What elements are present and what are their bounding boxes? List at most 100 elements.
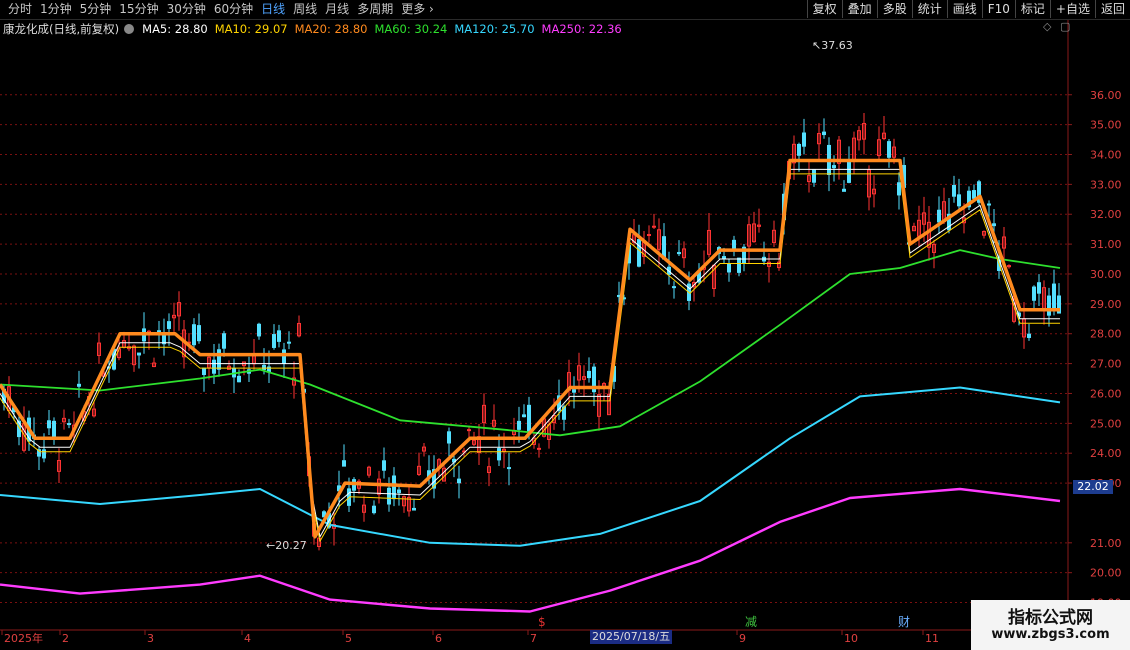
tab-4[interactable]: 30分钟 <box>163 0 210 19</box>
annotations: ↖37.63 ←20.27 <box>266 39 853 552</box>
tool-buttons: 复权 叠加 多股 统计 画线 F10 标记 +自选 返回 <box>806 0 1130 19</box>
candle-body <box>1037 282 1041 294</box>
date-tick-label: 5 <box>345 632 352 645</box>
candle-body <box>812 169 816 183</box>
candle-body <box>647 234 651 237</box>
tab-7[interactable]: 周线 <box>289 0 321 19</box>
candle-body <box>397 489 401 494</box>
date-tick-label: 4 <box>244 632 251 645</box>
date-tick-label: 7 <box>530 632 537 645</box>
candle-body <box>257 323 261 337</box>
candle-body <box>202 367 206 375</box>
tool-button-2[interactable]: 多股 <box>876 0 912 18</box>
period-tabs: 分时 1分钟 5分钟 15分钟 30分钟 60分钟 日线 周线 月线 多周期 更多 › <box>0 0 438 19</box>
candle-body <box>412 507 416 511</box>
diamond-icon[interactable]: ◇ <box>1043 20 1051 33</box>
price-chart[interactable]: 36.00 35.00 34.00 33.00 32.00 31.00 30.00 29.00… <box>0 0 1130 650</box>
candle-body <box>217 349 221 370</box>
tool-button-7[interactable]: +自选 <box>1049 0 1095 18</box>
date-tick-label: 11 <box>925 632 939 645</box>
restore-icon[interactable]: ▢ <box>1060 20 1070 33</box>
candle-body <box>1052 283 1056 310</box>
event-marker: $ <box>538 615 546 629</box>
indicator-legend: 康龙化成 (日线,前复权) MA5: 28.80 MA10: 29.07 MA20:… <box>0 20 622 38</box>
current-price-badge: 22.02 <box>1073 480 1113 494</box>
candle-body <box>887 141 891 158</box>
candle-body <box>447 431 451 444</box>
candle-body <box>732 239 736 251</box>
price-tick-label: 36.00 <box>1090 89 1122 102</box>
candle-body <box>42 449 46 459</box>
tool-button-1[interactable]: 叠加 <box>841 0 877 18</box>
candle-body <box>527 404 531 433</box>
candle-body <box>537 447 541 450</box>
tool-button-5[interactable]: F10 <box>981 0 1015 18</box>
candle-body <box>467 429 471 432</box>
top-toolbar: 分时 1分钟 5分钟 15分钟 30分钟 60分钟 日线 周线 月线 多周期 更多 › 复权 叠加 多股… <box>0 0 1130 20</box>
candle-body <box>587 370 591 379</box>
price-tick-label: 34.00 <box>1090 148 1122 161</box>
tab-5[interactable]: 60分钟 <box>210 0 257 19</box>
low-price-label: ←20.27 <box>266 539 307 552</box>
ma-legend-item: MA5: 28.80 <box>142 22 208 36</box>
ma-legend: MA5: 28.80 MA10: 29.07 MA20: 28.80 MA60: 30… <box>135 22 622 36</box>
candle-body <box>822 131 826 136</box>
tool-button-6[interactable]: 标记 <box>1014 0 1050 18</box>
settings-dot-icon[interactable] <box>124 24 135 34</box>
watermark-title: 指标公式网 <box>1008 608 1093 628</box>
date-tick-label: 9 <box>739 632 746 645</box>
candle-body <box>842 188 846 192</box>
candle-body <box>277 330 281 342</box>
tab-9[interactable]: 多周期 <box>353 0 397 19</box>
date-tick-label: 2025年 <box>4 631 43 645</box>
moving-average-lines <box>0 158 1061 613</box>
tab-3[interactable]: 15分钟 <box>115 0 162 19</box>
price-tick-label: 25.00 <box>1090 417 1122 430</box>
period-label: (日线,前复权) <box>49 22 120 36</box>
price-tick-label: 24.00 <box>1090 447 1122 460</box>
ma5-line <box>0 168 1060 538</box>
tab-2[interactable]: 5分钟 <box>76 0 116 19</box>
ma-legend-item: MA60: 30.24 <box>374 22 448 36</box>
candle-body <box>282 349 286 364</box>
candle-body <box>382 460 386 471</box>
date-tick-label: 10 <box>844 632 858 645</box>
ma-legend-item: MA120: 25.70 <box>454 22 535 36</box>
price-tick-label: 28.00 <box>1090 328 1122 341</box>
stock-name[interactable]: 康龙化成 <box>0 21 49 37</box>
watermark-url: www.zbgs3.com <box>991 627 1110 642</box>
candle-body <box>67 423 71 426</box>
candle-body <box>1047 295 1051 316</box>
tool-button-0[interactable]: 复权 <box>806 0 842 18</box>
candle-body <box>52 420 56 438</box>
tool-button-4[interactable]: 画线 <box>946 0 982 18</box>
date-tick-label: 6 <box>435 632 442 645</box>
candle-body <box>972 190 976 199</box>
price-tick-label: 27.00 <box>1090 358 1122 371</box>
candle-body <box>262 364 266 370</box>
candle-body <box>637 239 641 267</box>
candle-body <box>957 194 961 207</box>
candle-body <box>992 223 996 227</box>
candle-body <box>222 333 226 349</box>
cursor-date-badge: 2025/07/18/五 <box>590 630 673 644</box>
candle-body <box>847 161 851 183</box>
tab-6[interactable]: 日线 <box>257 0 289 19</box>
tab-10[interactable]: 更多 › <box>397 0 438 19</box>
ma-legend-item: MA20: 28.80 <box>294 22 368 36</box>
candle-body <box>237 375 241 383</box>
tab-8[interactable]: 月线 <box>321 0 353 19</box>
tab-1[interactable]: 1分钟 <box>36 0 76 19</box>
ma250-line <box>0 487 1061 613</box>
event-marker: 财 <box>898 615 910 629</box>
price-axis: 36.00 35.00 34.00 33.00 32.00 31.00 30.00 29.00… <box>1068 89 1122 610</box>
tool-button-3[interactable]: 统计 <box>911 0 947 18</box>
candle-body <box>197 325 201 342</box>
candle-body <box>517 420 521 430</box>
price-tick-label: 21.00 <box>1090 537 1122 550</box>
ma-legend-item: MA250: 22.36 <box>541 22 622 36</box>
tab-0[interactable]: 分时 <box>4 0 36 19</box>
candle-body <box>572 389 576 393</box>
tool-button-8[interactable]: 返回 <box>1094 0 1130 18</box>
candle-body <box>392 475 396 500</box>
